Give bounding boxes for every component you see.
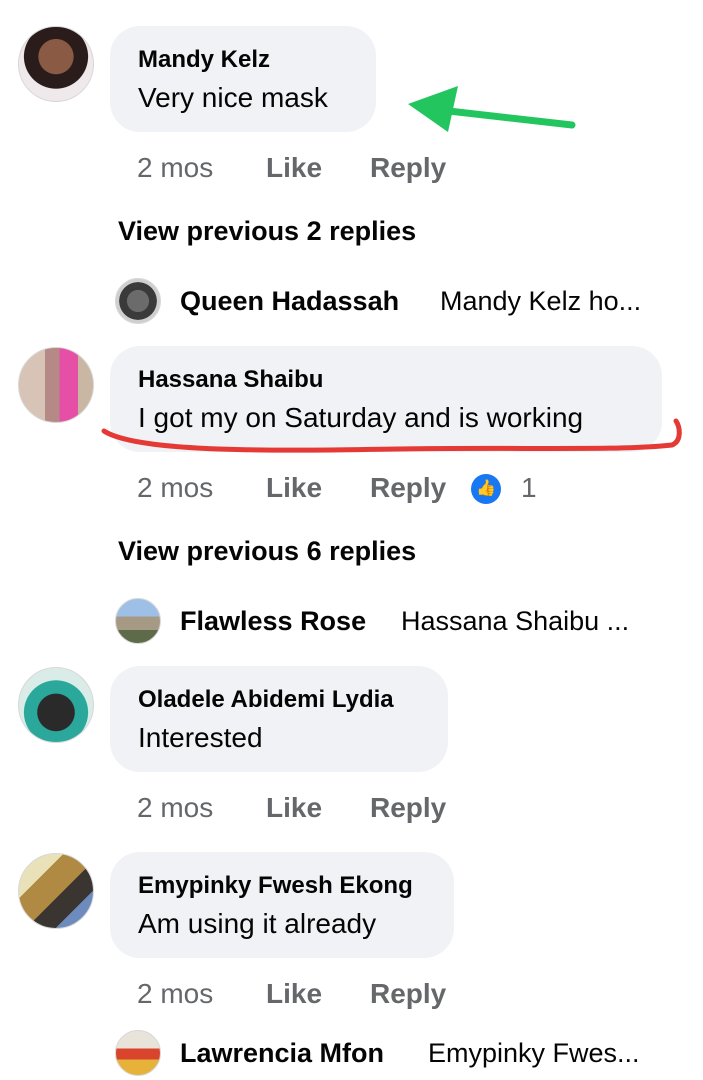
reply-author: Queen Hadassah — [180, 286, 400, 316]
comment-bubble: Mandy Kelz Very nice mask — [110, 26, 376, 132]
comment-time[interactable]: 2 mos — [137, 978, 213, 1010]
comment-time[interactable]: 2 mos — [137, 472, 213, 504]
annotation-arrow — [408, 86, 576, 132]
comment-author[interactable]: Mandy Kelz — [138, 46, 270, 74]
reply-button[interactable]: Reply — [370, 978, 446, 1010]
annotation-underline — [101, 418, 682, 453]
comment-time[interactable]: 2 mos — [137, 792, 213, 824]
reply-snippet: Mandy Kelz ho... — [440, 286, 642, 316]
avatar — [115, 1030, 161, 1076]
avatar[interactable] — [18, 667, 94, 743]
reply-button[interactable]: Reply — [370, 792, 446, 824]
reply-snippet: Emypinky Fwes... — [428, 1038, 640, 1068]
comment-text: Interested — [138, 722, 263, 753]
comment-author[interactable]: Emypinky Fwesh Ekong — [138, 872, 413, 900]
reply-preview[interactable]: Lawrencia Mfon Emypinky Fwes... — [0, 1030, 703, 1080]
comment-text: Very nice mask — [138, 82, 328, 113]
reply-button[interactable]: Reply — [370, 152, 446, 184]
like-button[interactable]: Like — [266, 978, 322, 1010]
comment-text: Am using it already — [138, 908, 377, 939]
comment-author[interactable]: Hassana Shaibu — [138, 366, 323, 394]
comment-author[interactable]: Oladele Abidemi Lydia — [138, 686, 394, 714]
comment-bubble: Oladele Abidemi Lydia Interested — [110, 666, 448, 772]
reply-author: Flawless Rose — [180, 606, 367, 636]
reply-preview[interactable]: Flawless Rose Hassana Shaibu ... — [0, 598, 703, 648]
avatar[interactable] — [18, 347, 94, 423]
avatar[interactable] — [18, 853, 94, 929]
reply-author: Lawrencia Mfon — [180, 1038, 385, 1068]
like-button[interactable]: Like — [266, 792, 322, 824]
like-button[interactable]: Like — [266, 152, 322, 184]
thumbs-up-icon[interactable]: 👍 — [471, 474, 501, 504]
comment-time[interactable]: 2 mos — [137, 152, 213, 184]
view-previous-replies[interactable]: View previous 2 replies — [118, 216, 416, 247]
avatar — [115, 278, 161, 324]
avatar — [115, 598, 161, 644]
reply-preview[interactable]: Queen Hadassah Mandy Kelz ho... — [0, 278, 703, 328]
avatar[interactable] — [18, 26, 94, 102]
comment-bubble: Emypinky Fwesh Ekong Am using it already — [110, 852, 454, 958]
like-button[interactable]: Like — [266, 472, 322, 504]
reply-snippet: Hassana Shaibu ... — [401, 606, 630, 636]
reaction-count[interactable]: 1 — [521, 472, 537, 504]
reply-button[interactable]: Reply — [370, 472, 446, 504]
view-previous-replies[interactable]: View previous 6 replies — [118, 536, 416, 567]
